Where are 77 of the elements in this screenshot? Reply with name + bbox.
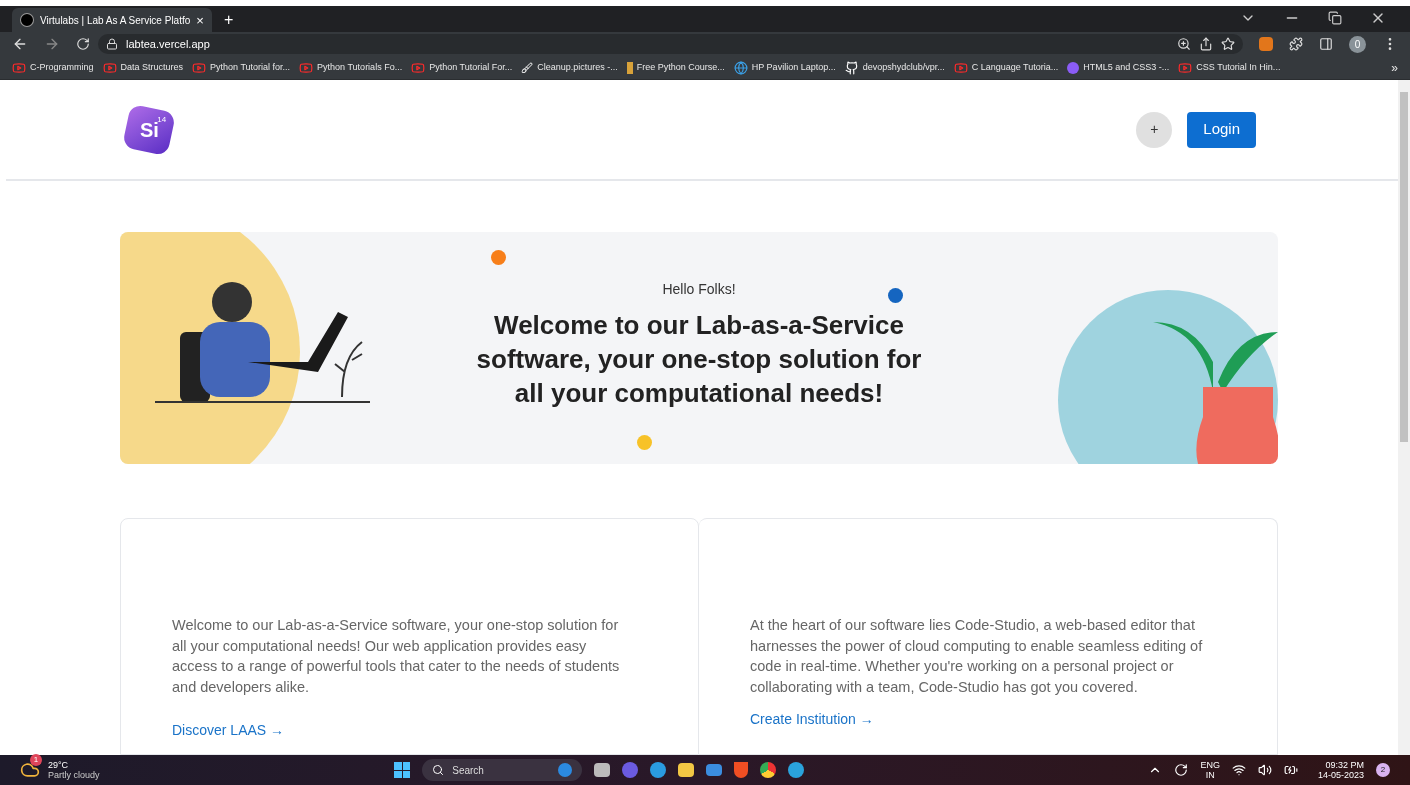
greeting-text: Hello Folks! — [662, 279, 736, 299]
back-icon[interactable] — [12, 36, 28, 52]
bookmark-item[interactable]: CSS Tutorial In Hin... — [1178, 60, 1281, 75]
bookmark-label: Python Tutorial For... — [429, 60, 513, 74]
cat-icon — [844, 60, 859, 75]
globe-icon — [733, 60, 748, 75]
bookmark-item[interactable]: HP Pavilion Laptop... — [733, 60, 836, 75]
bookmark-item[interactable]: devopshydclub/vpr... — [844, 60, 945, 75]
bookmark-item[interactable]: Python Tutorials Fo... — [299, 60, 403, 75]
battery-icon[interactable] — [1283, 763, 1298, 777]
browser-tab[interactable]: Virtulabs | Lab As A Service Platfo × — [12, 8, 212, 32]
search-icon — [432, 764, 445, 776]
card-link[interactable]: Create Institution → — [750, 709, 874, 730]
temperature-text: 29°C — [48, 760, 70, 770]
close-tab-button[interactable]: × — [196, 13, 204, 27]
hero-title: Welcome to our Lab-as-a-Service software, your one-stop solution for all your computational needs! — [475, 308, 923, 410]
bookmark-label: C Language Tutoria... — [971, 60, 1059, 74]
taskbar-search[interactable]: Search — [422, 759, 583, 781]
restore-icon[interactable] — [1328, 11, 1342, 25]
side-panel-icon[interactable] — [1319, 37, 1333, 51]
start-icon[interactable] — [394, 762, 411, 778]
bookmark-label: Python Tutorial for... — [210, 60, 291, 74]
bookmark-label: CSS Tutorial In Hin... — [1196, 60, 1281, 74]
card-link[interactable]: Discover LAAS → — [172, 720, 285, 741]
star-icon[interactable] — [1221, 37, 1235, 51]
bookmark-item[interactable]: Cleanup.pictures -... — [521, 60, 618, 75]
more-bookmarks-button[interactable]: » — [1391, 58, 1398, 77]
card-text: At the heart of our software lies Code-Studio, a web-based editor that harnesses the power of cloud computing to enable seamless editing of code in real-time. Whether you're working on a personal project or collaborating with a team, Code-Studio has got you covered. — [750, 616, 1204, 697]
sync-icon[interactable] — [1174, 763, 1189, 777]
extensions-icon[interactable] — [1289, 37, 1303, 51]
weather-condition: Partly cloudy — [48, 770, 100, 780]
bookmark-label: HTML5 and CSS3 -... — [1083, 60, 1170, 74]
bookmark-label: C-Programming — [30, 60, 94, 74]
bookmark-label: Data Structures — [120, 60, 184, 74]
new-tab-button[interactable]: + — [223, 12, 234, 28]
clock-time[interactable]: 09:32 PM — [1325, 760, 1364, 770]
bookmark-label: Cleanup.pictures -... — [537, 60, 618, 74]
bookmark-item[interactable]: Python Tutorial For... — [411, 60, 513, 75]
video-icon — [299, 60, 314, 75]
region-text[interactable]: IN — [1205, 770, 1215, 780]
bookmark-item[interactable]: Free Python Course... — [626, 60, 725, 75]
video-icon — [102, 60, 117, 75]
clock-date[interactable]: 14-05-2023 — [1317, 770, 1364, 780]
forward-icon[interactable] — [44, 36, 60, 52]
brush-icon — [521, 61, 534, 74]
add-button[interactable]: + — [1136, 111, 1173, 148]
lock-icon — [106, 38, 118, 50]
zoom-icon[interactable] — [1177, 37, 1191, 51]
video-icon — [12, 60, 26, 75]
volume-icon[interactable] — [1257, 763, 1272, 777]
shield-icon[interactable] — [734, 762, 749, 778]
bookmark-item[interactable]: C Language Tutoria... — [953, 60, 1059, 75]
bookmark-item[interactable]: HTML5 and CSS3 -... — [1067, 60, 1170, 75]
video-icon — [1178, 60, 1193, 75]
reload-icon[interactable] — [76, 37, 90, 51]
tab-title: Virtulabs | Lab As A Service Platfo — [40, 13, 191, 28]
login-button[interactable]: Login — [1187, 111, 1256, 148]
bookmark-label: HP Pavilion Laptop... — [751, 60, 836, 74]
weather-badge: 1 — [30, 754, 42, 766]
bookmark-item[interactable]: C-Programming — [12, 60, 94, 75]
share-icon[interactable] — [1199, 37, 1213, 51]
bookmark-label: Python Tutorials Fo... — [317, 60, 403, 74]
bookmark-item[interactable]: Python Tutorial for... — [192, 60, 291, 75]
url-text: labtea.vercel.app — [126, 36, 210, 52]
bookmark-label: devopshydclub/vpr... — [862, 60, 945, 74]
tab-logo-icon — [20, 13, 34, 27]
wifi-icon[interactable] — [1231, 763, 1246, 777]
language-text[interactable]: ENG — [1200, 760, 1220, 770]
video-icon — [411, 60, 426, 75]
weather-icon[interactable] — [20, 760, 40, 780]
video-icon — [953, 60, 968, 75]
card-text: Welcome to our Lab-as-a-Service software, your one-stop solution for all your computational needs! Our web application provides easy access to a range of powerful tools that cater to the needs of students and developers alike. — [172, 616, 621, 697]
bookmark-item[interactable]: Data Structures — [102, 60, 184, 75]
notification-badge[interactable]: 2 — [1376, 763, 1390, 777]
bookmark-label: Free Python Course... — [636, 60, 725, 74]
video-icon — [192, 60, 207, 75]
address-bar[interactable]: labtea.vercel.app — [98, 34, 1243, 54]
